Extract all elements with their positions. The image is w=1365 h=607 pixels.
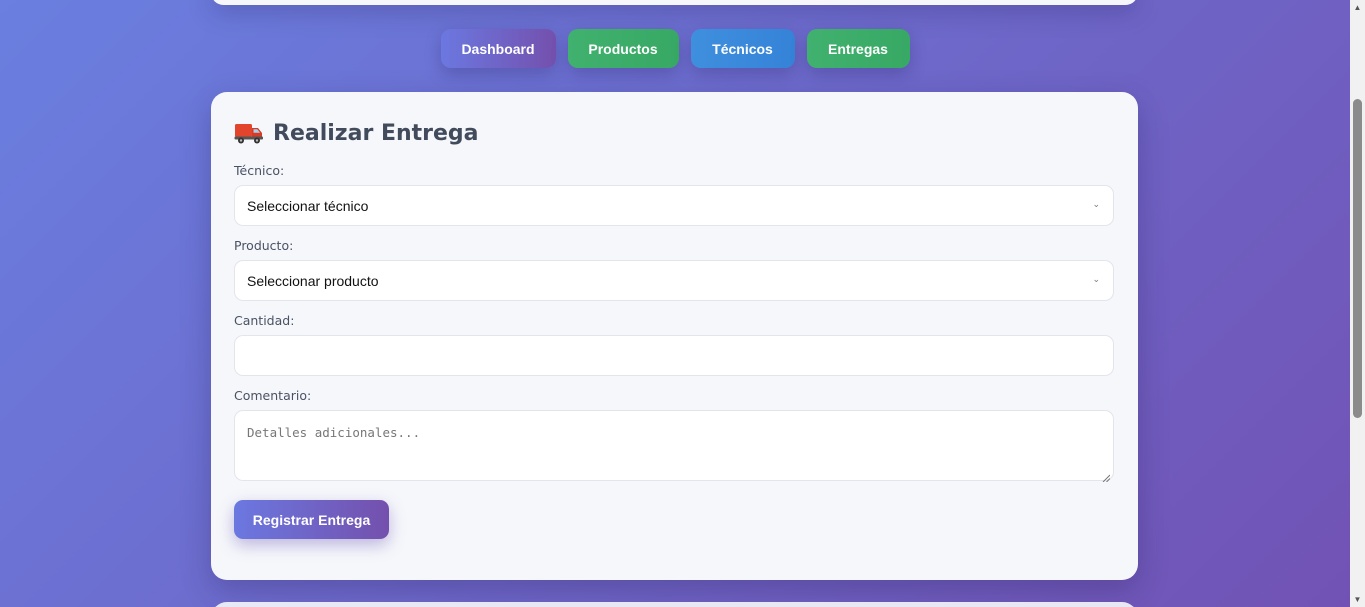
resize-handle-icon[interactable] xyxy=(1102,469,1111,483)
delivery-form-card: Realizar Entrega Técnico: Seleccionar té… xyxy=(211,92,1138,580)
cantidad-label: Cantidad: xyxy=(234,313,295,328)
next-card xyxy=(211,602,1138,607)
registrar-entrega-button[interactable]: Registrar Entrega xyxy=(234,500,389,539)
nav-productos-button[interactable]: Productos xyxy=(567,29,679,68)
scroll-down-icon[interactable]: ▼ xyxy=(1350,592,1365,607)
scroll-up-icon[interactable]: ▲ xyxy=(1350,0,1365,15)
nav-tecnicos-button[interactable]: Técnicos xyxy=(690,29,795,68)
chevron-down-icon: ⌄ xyxy=(1092,199,1100,209)
form-header: Realizar Entrega xyxy=(234,116,1115,150)
previous-card xyxy=(211,0,1138,5)
delivery-truck-icon xyxy=(234,121,264,145)
nav-dashboard-button[interactable]: Dashboard xyxy=(440,29,556,68)
tecnico-select-value: Seleccionar técnico xyxy=(247,197,369,214)
producto-select-value: Seleccionar producto xyxy=(247,272,379,289)
main-nav: Dashboard Productos Técnicos Entregas xyxy=(0,29,1350,68)
comentario-placeholder: Detalles adicionales... xyxy=(247,425,421,440)
producto-select[interactable]: Seleccionar producto ⌄ xyxy=(234,260,1114,301)
tecnico-label: Técnico: xyxy=(234,163,285,178)
scroll-thumb[interactable] xyxy=(1353,99,1362,418)
form-title: Realizar Entrega xyxy=(273,120,479,146)
chevron-down-icon: ⌄ xyxy=(1092,274,1100,284)
nav-entregas-button[interactable]: Entregas xyxy=(806,29,910,68)
producto-label: Producto: xyxy=(234,238,294,253)
comentario-label: Comentario: xyxy=(234,388,312,403)
page-scrollbar[interactable]: ▲ ▼ xyxy=(1350,0,1365,607)
tecnico-select[interactable]: Seleccionar técnico ⌄ xyxy=(234,185,1114,226)
cantidad-input[interactable] xyxy=(234,335,1114,376)
comentario-textarea[interactable]: Detalles adicionales... xyxy=(234,410,1114,483)
